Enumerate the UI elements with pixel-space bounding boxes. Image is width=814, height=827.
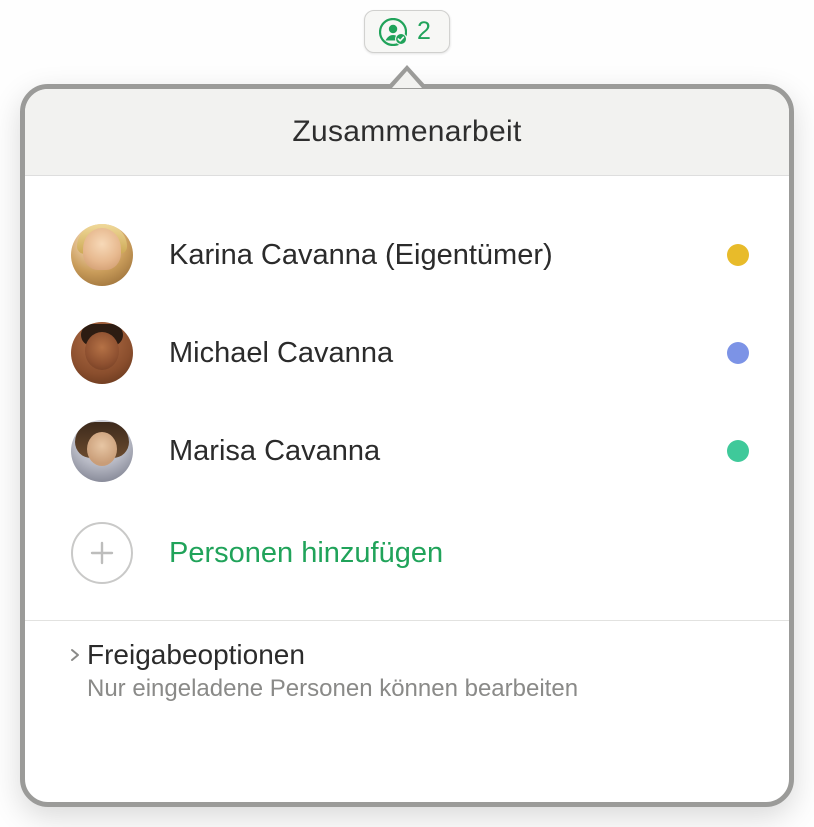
participant-row[interactable]: Karina Cavanna (Eigentümer) <box>71 206 749 304</box>
add-people-button[interactable]: Personen hinzufügen <box>71 500 749 600</box>
collaboration-badge-button[interactable]: 2 <box>364 10 450 53</box>
status-dot <box>727 440 749 462</box>
participant-row[interactable]: Michael Cavanna <box>71 304 749 402</box>
popover-header: Zusammenarbeit <box>25 89 789 176</box>
popover-title: Zusammenarbeit <box>25 115 789 149</box>
participant-name: Karina Cavanna (Eigentümer) <box>169 239 727 272</box>
chevron-right-icon <box>67 647 83 663</box>
share-options-subtitle: Nur eingeladene Personen können bearbeit… <box>87 675 749 703</box>
avatar <box>71 420 133 482</box>
avatar <box>71 322 133 384</box>
participant-name: Michael Cavanna <box>169 337 727 370</box>
share-options-button[interactable]: Freigabeoptionen Nur eingeladene Persone… <box>25 621 789 731</box>
participant-name: Marisa Cavanna <box>169 435 727 468</box>
collaboration-count: 2 <box>417 17 431 46</box>
participants-list: Karina Cavanna (Eigentümer) Michael Cava… <box>25 176 789 621</box>
share-options-title: Freigabeoptionen <box>87 639 305 671</box>
collaboration-popover: Zusammenarbeit Karina Cavanna (Eigentüme… <box>20 84 794 807</box>
status-dot <box>727 342 749 364</box>
participant-row[interactable]: Marisa Cavanna <box>71 402 749 500</box>
plus-circle-icon <box>71 522 133 584</box>
avatar <box>71 224 133 286</box>
status-dot <box>727 244 749 266</box>
person-check-icon <box>379 18 407 46</box>
add-people-label: Personen hinzufügen <box>169 537 443 570</box>
popover-pointer <box>392 71 422 88</box>
